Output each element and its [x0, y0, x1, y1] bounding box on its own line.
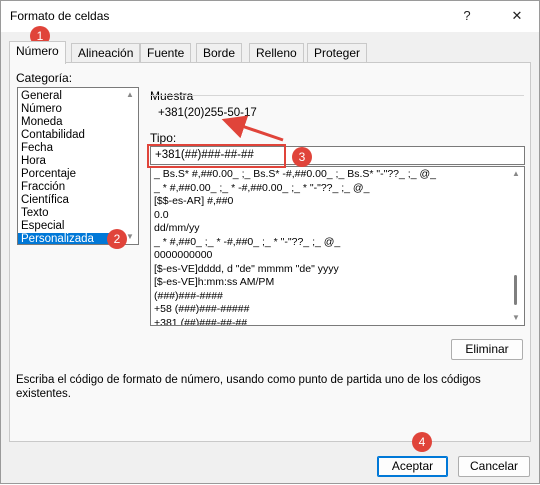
format-code-list[interactable]: _ Bs.S* #,##0.00_ ;_ Bs.S* -#,##0.00_ ;_…: [150, 166, 525, 326]
category-item[interactable]: Fecha: [18, 142, 138, 155]
title-bar: Formato de celdas ? ✕: [1, 1, 539, 32]
help-button[interactable]: ?: [456, 5, 478, 27]
scroll-up-icon[interactable]: ▲: [508, 167, 524, 181]
tab-numero[interactable]: Número: [9, 41, 66, 64]
format-code-item[interactable]: +381 (##)###-##-##: [151, 317, 524, 326]
tab-fuente[interactable]: Fuente: [140, 43, 192, 63]
highlight-box: [147, 144, 286, 168]
category-item[interactable]: Número: [18, 103, 138, 116]
ok-button[interactable]: Aceptar: [377, 456, 448, 477]
category-scrollbar[interactable]: ▲ ▼: [122, 88, 138, 244]
category-item[interactable]: Hora: [18, 155, 138, 168]
format-cells-dialog: Formato de celdas ? ✕ Número Alineación …: [0, 0, 540, 484]
category-item[interactable]: Moneda: [18, 116, 138, 129]
number-tab-panel: Categoría: General Número Moneda Contabi…: [9, 62, 531, 442]
format-code-item[interactable]: _ Bs.S* #,##0.00_ ;_ Bs.S* -#,##0.00_ ;_…: [151, 168, 524, 182]
tab-proteger[interactable]: Proteger: [307, 43, 368, 63]
format-code-item[interactable]: (###)###-####: [151, 290, 524, 304]
tab-label: Relleno: [256, 46, 297, 60]
window-title: Formato de celdas: [10, 9, 110, 23]
scroll-thumb[interactable]: [514, 275, 517, 305]
callout-badge-4: 4: [412, 432, 432, 452]
sample-box: +381(20)255-50-17: [150, 95, 524, 125]
category-item[interactable]: Porcentaje: [18, 168, 138, 181]
tab-label: Alineación: [78, 46, 134, 60]
format-code-item[interactable]: [$-es-VE]dddd, d "de" mmmm "de" yyyy: [151, 263, 524, 277]
category-item[interactable]: General: [18, 90, 138, 103]
cancel-button[interactable]: Cancelar: [458, 456, 530, 477]
callout-badge-2: 2: [107, 229, 127, 249]
tab-alineacion[interactable]: Alineación: [71, 43, 141, 63]
format-code-item[interactable]: [$$-es-AR] #,##0: [151, 195, 524, 209]
hint-text: Escriba el código de formato de número, …: [16, 374, 481, 400]
category-item-selected[interactable]: Personalizada: [18, 233, 121, 244]
delete-button[interactable]: Eliminar: [451, 339, 523, 360]
format-code-item[interactable]: _ * #,##0_ ;_ * -#,##0_ ;_ * "-"??_ ;_ @…: [151, 236, 524, 250]
category-item[interactable]: Contabilidad: [18, 129, 138, 142]
format-code-item[interactable]: dd/mm/yy: [151, 222, 524, 236]
format-code-item[interactable]: [$-es-VE]h:mm:ss AM/PM: [151, 276, 524, 290]
format-code-item[interactable]: +58 (###)###-#####: [151, 303, 524, 317]
format-code-scrollbar[interactable]: ▲ ▼: [508, 167, 524, 325]
type-label: Tipo:: [150, 131, 177, 145]
tab-relleno[interactable]: Relleno: [249, 43, 304, 63]
tab-label: Proteger: [314, 46, 361, 60]
tab-strip: Número Alineación Fuente Borde Relleno P…: [9, 41, 529, 64]
format-code-item[interactable]: 0.0: [151, 209, 524, 223]
tab-borde[interactable]: Borde: [196, 43, 243, 63]
tab-label: Fuente: [147, 46, 185, 60]
scroll-down-icon[interactable]: ▼: [508, 311, 524, 325]
category-item[interactable]: Texto: [18, 207, 138, 220]
category-item[interactable]: Científica: [18, 194, 138, 207]
scroll-up-icon[interactable]: ▲: [122, 88, 138, 102]
tab-label: Número: [16, 44, 59, 58]
close-button[interactable]: ✕: [506, 5, 528, 27]
format-code-item[interactable]: 0000000000: [151, 249, 524, 263]
format-code-item[interactable]: _ * #,##0.00_ ;_ * -#,##0.00_ ;_ * "-"??…: [151, 182, 524, 196]
tab-label: Borde: [203, 46, 236, 60]
category-label: Categoría:: [16, 71, 73, 85]
category-item[interactable]: Fracción: [18, 181, 138, 194]
sample-value: +381(20)255-50-17: [158, 107, 257, 119]
callout-badge-3: 3: [292, 147, 312, 167]
category-list[interactable]: General Número Moneda Contabilidad Fecha…: [17, 87, 139, 245]
